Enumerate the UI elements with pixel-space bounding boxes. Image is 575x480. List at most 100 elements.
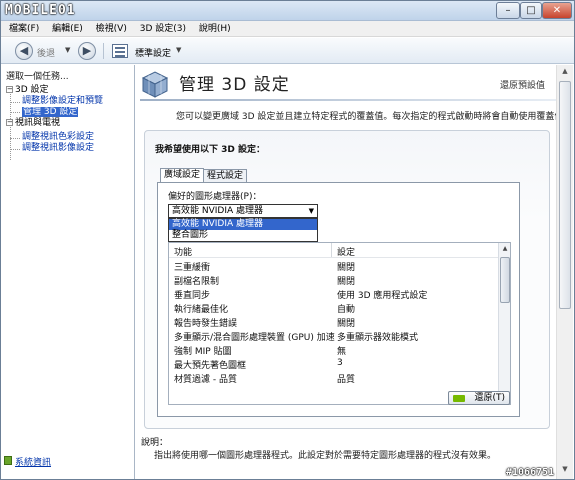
gpu-select[interactable]: 高效能 NVIDIA 處理器 ▼	[168, 204, 318, 218]
view-dropdown-icon[interactable]: ▼	[176, 46, 181, 54]
arrow-left-icon: ◀	[19, 44, 29, 57]
collapse-icon[interactable]: −	[6, 119, 13, 126]
arrow-right-icon: ▶	[82, 44, 92, 57]
table-header: 功能 設定	[169, 243, 498, 258]
column-header-feature[interactable]: 功能	[174, 245, 192, 258]
setting-cell: 品質	[337, 375, 356, 385]
table-row[interactable]: 三重緩衝 關閉	[169, 259, 498, 273]
tree-category-3d[interactable]: −3D 設定	[6, 85, 49, 96]
main-content: 管理 3D 設定 還原預設值 您可以變更廣域 3D 設定並且建立特定程式的覆蓋值…	[136, 65, 574, 479]
tree-item-image-settings[interactable]: 調整影像設定和預覽	[22, 96, 103, 107]
close-button[interactable]: ✕	[542, 2, 572, 19]
table-row[interactable]: 副檔名限制 關閉	[169, 273, 498, 287]
column-divider[interactable]	[331, 243, 332, 257]
tab-global-settings[interactable]: 廣域設定	[160, 168, 205, 182]
maximize-button[interactable]: □	[520, 2, 542, 19]
task-panel: 選取一個任務... −3D 設定 調整影像設定和預覽 管理 3D 設定 − 視訊與…	[1, 65, 135, 479]
restore-button[interactable]: 還原(T)	[448, 391, 510, 405]
tree-connector	[10, 149, 20, 150]
feature-cell: 最大預先著色圖框	[174, 361, 247, 371]
gpu-dropdown-list: 高效能 NVIDIA 處理器 整合圖形	[168, 218, 318, 242]
settings-table: 功能 設定 三重緩衝 關閉 副檔名限制 關閉 垂直同步 使用 3D 應用程式設定	[168, 242, 511, 405]
system-info-icon	[4, 456, 12, 465]
header-divider	[140, 99, 560, 101]
tree-item-video-color[interactable]: 調整視訊色彩設定	[22, 132, 94, 143]
page-title: 管理 3D 設定	[179, 75, 290, 95]
scroll-up-icon[interactable]: ▲	[500, 244, 510, 254]
menu-file[interactable]: 檔案(F)	[1, 21, 44, 37]
tree-connector	[10, 124, 11, 160]
table-scrollbar[interactable]: ▲ ▼	[498, 243, 510, 404]
tree-item-video-image[interactable]: 調整視訊影像設定	[22, 143, 94, 154]
watermark-id: #1066751	[506, 467, 555, 478]
scroll-down-icon[interactable]: ▼	[559, 465, 571, 477]
menu-edit[interactable]: 編輯(E)	[47, 21, 88, 37]
feature-cell: 垂直同步	[174, 291, 211, 301]
collapse-icon[interactable]: −	[6, 86, 13, 93]
nvidia-control-panel-window: MOBILE01 – □ ✕ 檔案(F) 編輯(E) 檢視(V) 3D 設定(3…	[0, 0, 575, 480]
minimize-button[interactable]: –	[496, 2, 520, 19]
main-scrollbar[interactable]: ▲ ▼	[556, 65, 573, 479]
view-mode-button[interactable]: 標準設定	[135, 46, 171, 59]
menu-bar: 檔案(F) 編輯(E) 檢視(V) 3D 設定(3) 說明(H)	[1, 21, 574, 37]
scroll-thumb[interactable]	[559, 81, 571, 309]
task-heading: 選取一個任務...	[6, 72, 69, 82]
system-info-link[interactable]: 系統資訊	[15, 455, 51, 468]
tree-item-manage-3d[interactable]: 管理 3D 設定	[22, 107, 79, 118]
tree-connector	[10, 102, 20, 103]
table-row[interactable]: 垂直同步 使用 3D 應用程式設定	[169, 287, 498, 301]
3d-settings-icon	[141, 71, 169, 98]
feature-cell: 多重顯示/混合圖形處理裝置 (GPU) 加速	[174, 333, 335, 343]
setting-cell: 關閉	[337, 263, 356, 273]
title-bar[interactable]: MOBILE01 – □ ✕	[1, 1, 574, 21]
setting-cell: 使用 3D 應用程式設定	[337, 291, 428, 301]
back-dropdown-icon[interactable]: ▼	[65, 46, 70, 54]
table-row[interactable]: 報告時發生錯誤 關閉	[169, 315, 498, 329]
menu-3d-settings[interactable]: 3D 設定(3)	[135, 21, 191, 37]
table-row[interactable]: 多重顯示/混合圖形處理裝置 (GPU) 加速 多重顯示器效能模式	[169, 329, 498, 343]
tab-program-settings[interactable]: 程式設定	[203, 169, 248, 182]
description-label: 說明：	[141, 438, 169, 448]
feature-cell: 材質過濾 - 品質	[174, 375, 237, 385]
tree-connector	[10, 112, 20, 113]
restore-button-label: 還原(T)	[474, 393, 505, 403]
back-button[interactable]: ◀	[15, 42, 33, 60]
setting-cell: 關閉	[337, 277, 356, 287]
gpu-option-integrated[interactable]: 整合圖形	[169, 230, 317, 241]
tree-category-video[interactable]: − 視訊與電視	[6, 118, 60, 129]
menu-view[interactable]: 檢視(V)	[91, 21, 132, 37]
toolbar: ◀ 後退 ▼ ▶ 標準設定 ▼	[1, 38, 574, 64]
table-row[interactable]: 執行緒最佳化 自動	[169, 301, 498, 315]
setting-cell: 關閉	[337, 319, 356, 329]
toolbar-separator	[103, 43, 104, 59]
intro-text: 您可以變更廣域 3D 設定並且建立特定程式的覆蓋值。每次指定的程式啟動時將會自動…	[176, 112, 573, 122]
feature-cell: 強制 MIP 貼圖	[174, 347, 232, 357]
back-label: 後退	[37, 49, 56, 59]
description-text: 指出將使用哪一個圖形處理器程式。此設定對於需要特定圖形處理器的程式沒有效果。	[154, 451, 497, 461]
menu-help[interactable]: 說明(H)	[194, 21, 236, 37]
mobile01-logo: MOBILE01	[5, 3, 76, 18]
global-settings-panel: 偏好的圖形處理器(P)： 高效能 NVIDIA 處理器 ▼ 高效能 NVIDIA…	[157, 182, 520, 417]
feature-cell: 三重緩衝	[174, 263, 211, 273]
feature-cell: 副檔名限制	[174, 277, 220, 287]
tree-connector	[10, 138, 20, 139]
nvidia-icon	[453, 395, 465, 402]
scroll-thumb[interactable]	[500, 257, 510, 303]
scroll-up-icon[interactable]: ▲	[559, 67, 571, 79]
table-row[interactable]: 強制 MIP 貼圖 無	[169, 343, 498, 357]
feature-cell: 報告時發生錯誤	[174, 319, 238, 329]
setting-cell: 自動	[337, 305, 356, 315]
restore-defaults-link[interactable]: 還原預設值	[500, 78, 545, 91]
table-row[interactable]: 材質過濾 - 品質 品質	[169, 371, 498, 385]
setting-cell: 多重顯示器效能模式	[337, 333, 419, 343]
setting-cell: 無	[337, 347, 347, 357]
group-label: 我希望使用以下 3D 設定：	[155, 145, 266, 155]
gpu-label: 偏好的圖形處理器(P)：	[168, 192, 262, 202]
gpu-option-nvidia[interactable]: 高效能 NVIDIA 處理器	[169, 219, 317, 230]
table-row[interactable]: 最大預先著色圖框 3	[169, 357, 498, 371]
column-header-setting[interactable]: 設定	[337, 245, 355, 258]
forward-button[interactable]: ▶	[78, 42, 96, 60]
setting-cell: 3	[337, 358, 343, 368]
view-icon[interactable]	[112, 44, 128, 58]
chevron-down-icon: ▼	[308, 207, 314, 215]
